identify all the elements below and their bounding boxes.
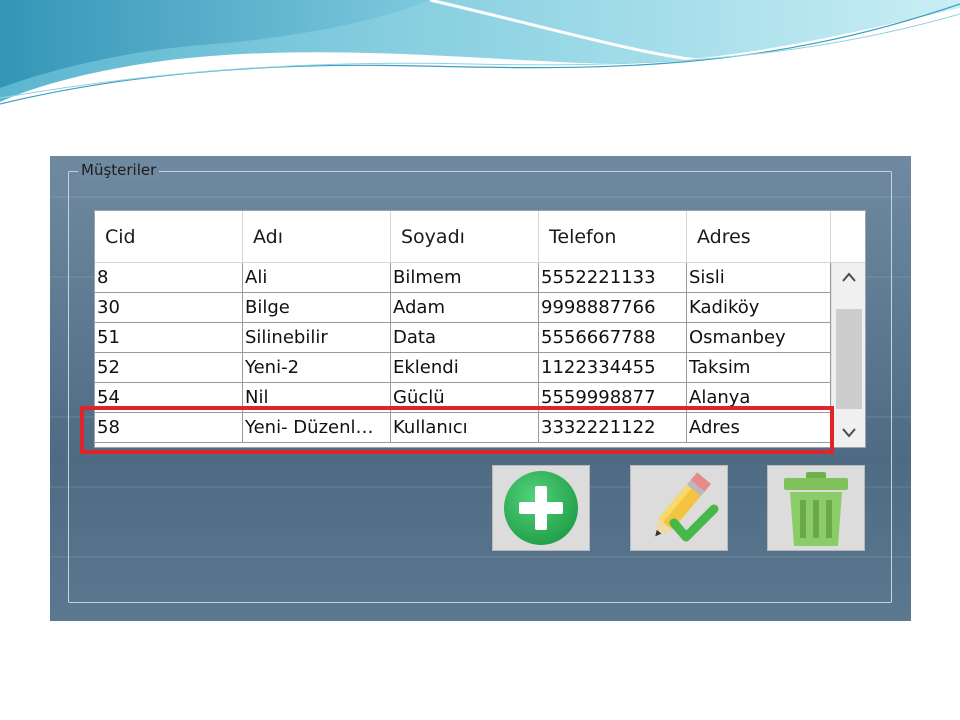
grid-corner <box>831 211 865 263</box>
table-cell[interactable]: 58 <box>95 413 243 443</box>
table-cell[interactable]: Yeni- Düzenl… <box>243 413 391 443</box>
table-cell[interactable]: Alanya <box>687 383 831 413</box>
table-cell[interactable]: 5552221133 <box>539 263 687 293</box>
table-cell[interactable]: 1122334455 <box>539 353 687 383</box>
table-cell[interactable]: 8 <box>95 263 243 293</box>
table-cell[interactable]: Adam <box>391 293 539 323</box>
header-wave-decoration <box>0 0 960 105</box>
table-cell[interactable]: Yeni-2 <box>243 353 391 383</box>
table-cell[interactable]: Sisli <box>687 263 831 293</box>
table-row[interactable]: 51 Silinebilir Data 5556667788 Osmanbey <box>95 323 831 353</box>
pencil-check-icon <box>655 472 719 542</box>
edit-button[interactable] <box>630 465 728 551</box>
table-cell[interactable]: 52 <box>95 353 243 383</box>
add-button[interactable] <box>492 465 590 551</box>
table-cell[interactable]: 51 <box>95 323 243 353</box>
table-cell[interactable]: Silinebilir <box>243 323 391 353</box>
trash-icon <box>784 472 848 546</box>
grid-header: Cid Adı Soyadı Telefon Adres <box>95 211 831 263</box>
column-header-surname[interactable]: Soyadı <box>391 211 539 263</box>
table-cell[interactable]: Data <box>391 323 539 353</box>
table-cell[interactable]: Kadiköy <box>687 293 831 323</box>
column-header-cid[interactable]: Cid <box>95 211 243 263</box>
table-row[interactable]: 54 Nil Güclü 5559998877 Alanya <box>95 383 831 413</box>
table-cell[interactable]: Eklendi <box>391 353 539 383</box>
table-cell[interactable]: Bilge <box>243 293 391 323</box>
table-cell[interactable]: Ali <box>243 263 391 293</box>
customers-data-grid[interactable]: Cid Adı Soyadı Telefon Adres 8 Ali Bilmem 5… <box>94 210 866 448</box>
table-cell[interactable]: Adres <box>687 413 831 443</box>
plus-circle-icon <box>504 471 578 545</box>
table-cell[interactable]: Kullanıcı <box>391 413 539 443</box>
vertical-scrollbar[interactable] <box>831 263 865 447</box>
table-cell[interactable]: Güclü <box>391 383 539 413</box>
grid-rows: 8 Ali Bilmem 5552221133 Sisli 30 Bilge Adam 9998… <box>95 263 831 447</box>
chevron-up-icon[interactable] <box>832 263 866 291</box>
delete-button[interactable] <box>767 465 865 551</box>
table-cell[interactable]: 30 <box>95 293 243 323</box>
column-header-address[interactable]: Adres <box>687 211 831 263</box>
table-cell[interactable]: Taksim <box>687 353 831 383</box>
column-header-name[interactable]: Adı <box>243 211 391 263</box>
groupbox-title: Müşteriler <box>78 161 160 179</box>
table-cell[interactable]: 3332221122 <box>539 413 687 443</box>
table-cell[interactable]: 9998887766 <box>539 293 687 323</box>
table-cell[interactable]: Osmanbey <box>687 323 831 353</box>
table-cell[interactable]: Bilmem <box>391 263 539 293</box>
table-cell[interactable]: 54 <box>95 383 243 413</box>
table-row[interactable]: 30 Bilge Adam 9998887766 Kadiköy <box>95 293 831 323</box>
table-cell[interactable]: 5556667788 <box>539 323 687 353</box>
table-row[interactable]: 8 Ali Bilmem 5552221133 Sisli <box>95 263 831 293</box>
table-row[interactable]: 58 Yeni- Düzenl… Kullanıcı 3332221122 Adres <box>95 413 831 443</box>
table-cell[interactable]: 5559998877 <box>539 383 687 413</box>
table-cell[interactable]: Nil <box>243 383 391 413</box>
scroll-thumb[interactable] <box>836 309 862 409</box>
customer-form-window: Müşteriler Cid Adı Soyadı Telefon Adres … <box>50 156 911 621</box>
column-header-phone[interactable]: Telefon <box>539 211 687 263</box>
chevron-down-icon[interactable] <box>832 419 866 447</box>
table-row[interactable]: 52 Yeni-2 Eklendi 1122334455 Taksim <box>95 353 831 383</box>
